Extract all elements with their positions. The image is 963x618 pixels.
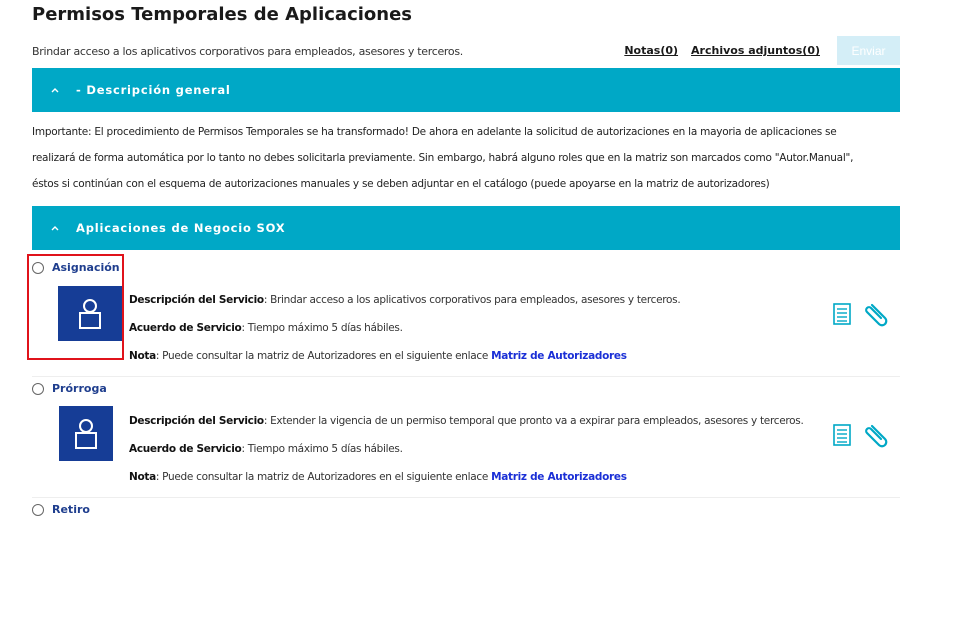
service-option-prorroga[interactable]: Prórroga: [32, 382, 107, 395]
section-title: - Descripción general: [76, 83, 231, 97]
service-note: Nota: Puede consultar la matriz de Autor…: [129, 471, 627, 483]
service-details: Descripción del Servicio: Brindar acceso…: [129, 286, 829, 370]
document-icon[interactable]: [833, 424, 851, 446]
chevron-up-icon: [50, 223, 60, 233]
matrix-link[interactable]: Matriz de Autorizadores: [491, 471, 627, 483]
description-line: realizará de forma automática por lo tan…: [32, 152, 854, 164]
service-agreement: Acuerdo de Servicio: Tiempo máximo 5 día…: [129, 322, 403, 334]
section-title: Aplicaciones de Negocio SOX: [76, 221, 286, 235]
send-button[interactable]: Enviar: [837, 36, 900, 65]
service-name[interactable]: Retiro: [52, 503, 90, 516]
matrix-link[interactable]: Matriz de Autorizadores: [491, 350, 627, 362]
service-option-retiro[interactable]: Retiro: [32, 503, 90, 516]
description-line: éstos si continúan con el esquema de aut…: [32, 178, 770, 190]
section-header-sox[interactable]: Aplicaciones de Negocio SOX: [32, 206, 900, 250]
service-item-prorroga: Prórroga Descripción del Servicio: Exten…: [32, 377, 900, 498]
highlight-box: [27, 254, 124, 360]
radio-button[interactable]: [32, 503, 44, 516]
service-agreement: Acuerdo de Servicio: Tiempo máximo 5 día…: [129, 443, 403, 455]
header-actions: Notas(0) Archivos adjuntos(0) Enviar: [624, 36, 900, 65]
page-subtitle: Brindar acceso a los aplicativos corpora…: [32, 45, 463, 58]
paperclip-icon[interactable]: [863, 299, 891, 327]
service-description: Descripción del Servicio: Brindar acceso…: [129, 294, 681, 306]
document-icon[interactable]: [833, 303, 851, 325]
service-details: Descripción del Servicio: Extender la vi…: [129, 407, 829, 491]
chevron-up-icon: [50, 85, 60, 95]
user-icon: [59, 406, 113, 461]
notes-link[interactable]: Notas(0): [624, 44, 678, 57]
page-title: Permisos Temporales de Aplicaciones: [32, 4, 413, 25]
service-item-retiro: Retiro: [32, 498, 900, 618]
service-description: Descripción del Servicio: Extender la vi…: [129, 415, 804, 427]
description-line: Importante: El procedimiento de Permisos…: [32, 126, 837, 138]
attachments-link[interactable]: Archivos adjuntos(0): [691, 44, 820, 57]
section-header-general[interactable]: - Descripción general: [32, 68, 900, 112]
service-note: Nota: Puede consultar la matriz de Autor…: [129, 350, 627, 362]
radio-button[interactable]: [32, 382, 44, 395]
service-name[interactable]: Prórroga: [52, 382, 107, 395]
service-item-asignacion: Asignación Descripción del Servicio: Bri…: [32, 256, 900, 377]
general-description: Importante: El procedimiento de Permisos…: [32, 119, 900, 197]
paperclip-icon[interactable]: [863, 420, 891, 448]
